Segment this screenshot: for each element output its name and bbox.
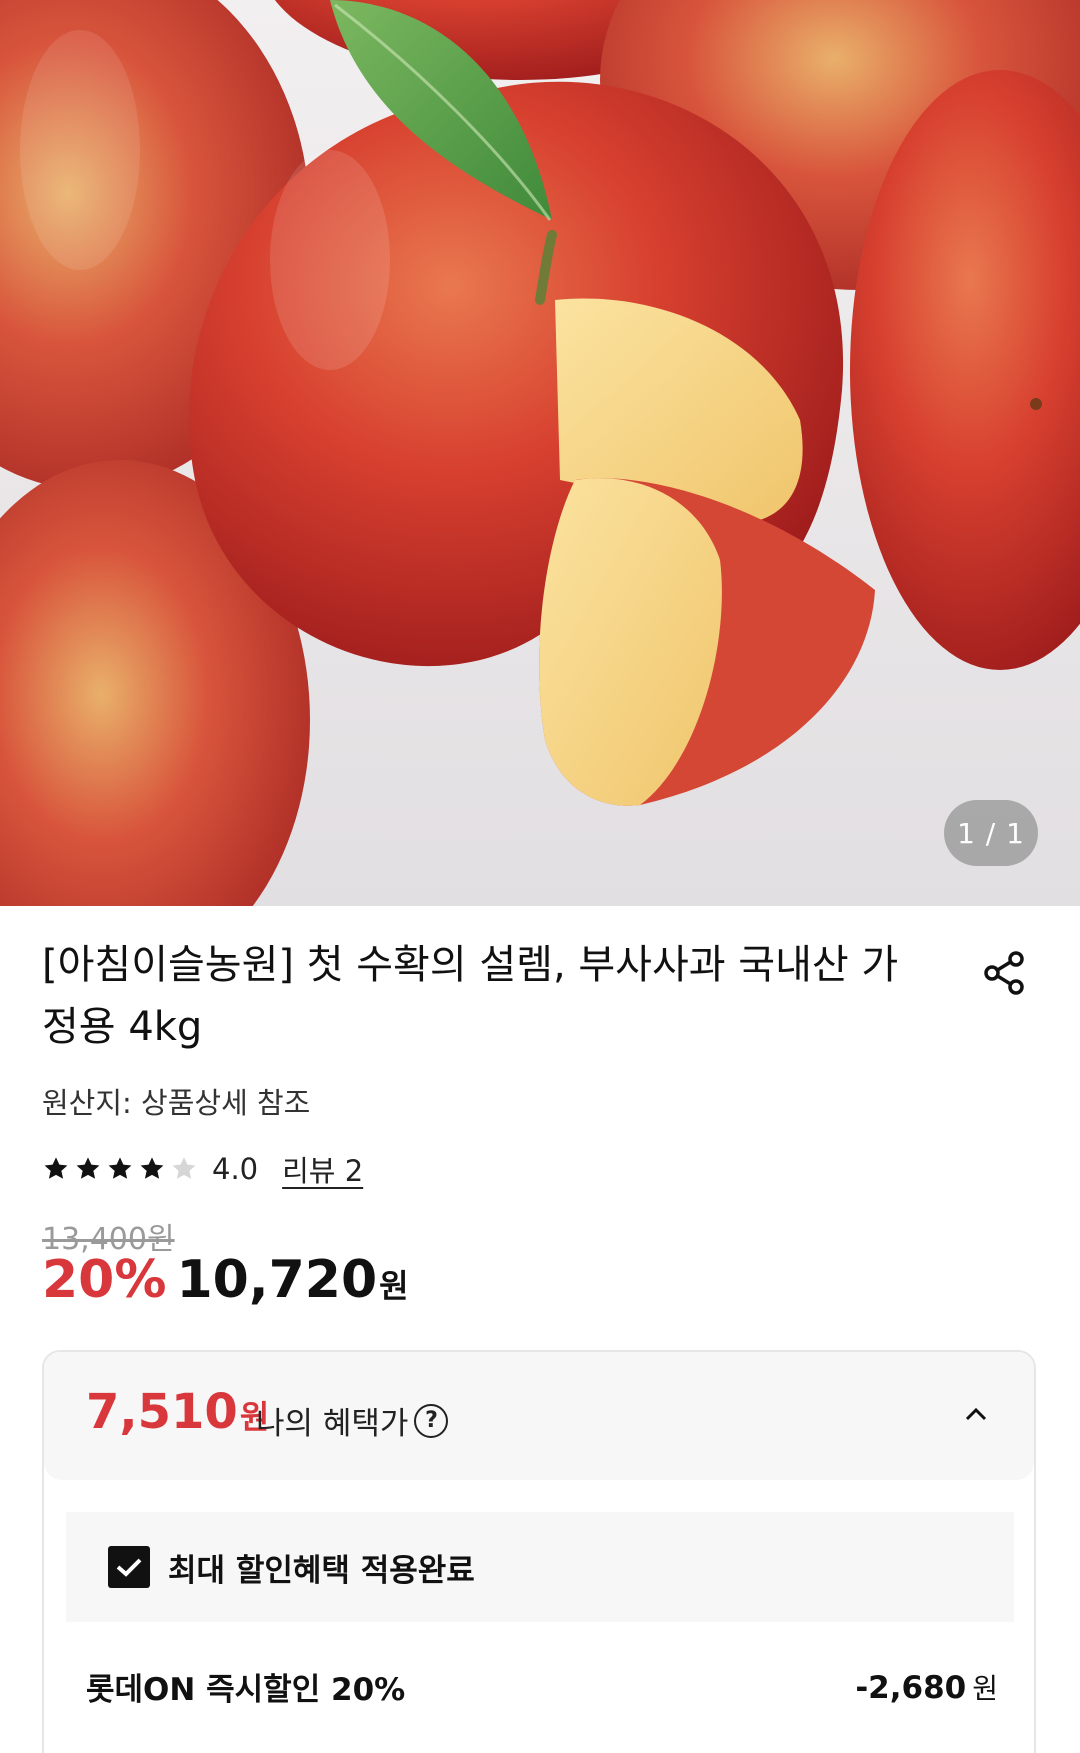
discount-unit: 원 [972,1671,998,1705]
rating-row: 4.0 리뷰 2 [42,1148,363,1190]
image-counter: 1 / 1 [944,800,1038,866]
star-filled-icon [76,1157,100,1179]
star-rating [42,1155,202,1183]
applied-benefit-box: 최대 할인혜택 적용완료 [66,1512,1014,1622]
product-detail-page: 1 / 1 [아침이슬농원] 첫 수확의 설렘, 부사사과 국내산 가정용 4k… [0,0,1080,1753]
max-discount-checkbox[interactable] [108,1546,150,1588]
check-icon [116,1558,142,1577]
discount-rate: 20% [42,1250,167,1310]
benefit-card: 7,510 원 나의 혜택가 ? 최대 할인혜택 적용완료 롯데ON 즉시할인 … [42,1350,1036,1753]
sale-price-unit: 원 [379,1267,409,1305]
question-circle-icon[interactable]: ? [414,1403,449,1438]
collapse-button[interactable] [958,1396,994,1432]
star-filled-icon [140,1157,164,1179]
review-link[interactable]: 리뷰 2 [282,1148,363,1190]
benefit-header[interactable]: 7,510 원 나의 혜택가 ? [44,1352,1034,1480]
origin-info: 원산지: 상품상세 참조 [42,1086,311,1120]
star-empty-icon [172,1157,196,1179]
rating-score: 4.0 [212,1152,259,1186]
chevron-up-icon [965,1407,987,1421]
benefit-label-wrap: 나의 혜택가 ? [256,1398,449,1443]
product-title: [아침이슬농원] 첫 수확의 설렘, 부사사과 국내산 가정용 4kg [42,942,899,1050]
discount-value-wrap: -2,680 원 [855,1667,998,1707]
applied-text: 최대 할인혜택 적용완료 [168,1552,475,1589]
star-filled-icon [44,1157,68,1179]
star-filled-icon [108,1157,132,1179]
sale-price: 10,720 [176,1250,378,1310]
price-row: 20% 10,720 원 [42,1250,409,1330]
discount-name: 롯데ON 즉시할인 20% [86,1672,406,1708]
product-image-gallery[interactable]: 1 / 1 [0,0,1080,906]
benefit-label: 나의 혜택가 [256,1406,409,1442]
discount-line: 롯데ON 즉시할인 20% -2,680 원 [86,1664,998,1709]
share-button[interactable] [976,944,1034,1002]
product-image-apples [0,0,1080,906]
benefit-price: 7,510 원 [86,1384,269,1440]
benefit-amount: 7,510 [86,1384,238,1440]
share-icon [984,951,1024,995]
discount-value: -2,680 [855,1669,967,1706]
